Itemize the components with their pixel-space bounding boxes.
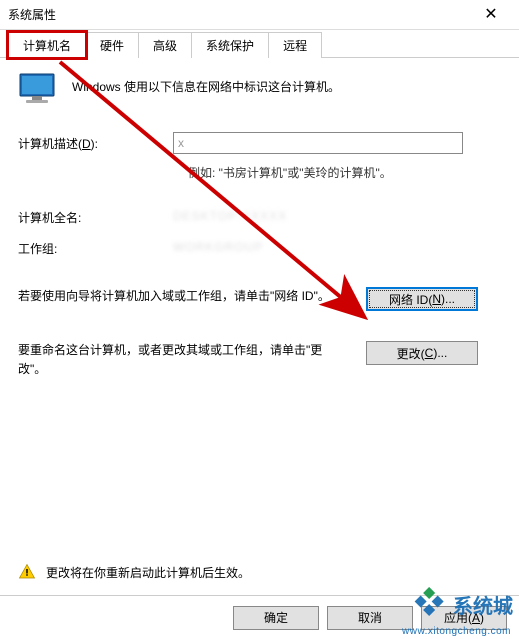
network-id-button[interactable]: 网络 ID(N)... <box>366 287 478 311</box>
tab-system-protection[interactable]: 系统保护 <box>191 32 269 58</box>
tab-advanced[interactable]: 高级 <box>138 32 192 58</box>
watermark-brand: 系统城 <box>453 590 513 619</box>
change-text: 要重命名这台计算机，或者更改其域或工作组，请单击"更改"。 <box>18 341 346 379</box>
description-input[interactable] <box>173 132 463 154</box>
tab-strip: 计算机名 硬件 高级 系统保护 远程 <box>0 30 519 58</box>
tab-computer-name[interactable]: 计算机名 <box>8 32 86 58</box>
warning-text: 更改将在你重新启动此计算机后生效。 <box>46 564 250 581</box>
watermark-icon <box>413 587 447 621</box>
fullname-value: DESKTOP-XXXXX <box>173 209 287 226</box>
restart-warning: 更改将在你重新启动此计算机后生效。 <box>18 563 250 581</box>
ok-button[interactable]: 确定 <box>233 606 319 630</box>
titlebar: 系统属性 ✕ <box>0 0 519 30</box>
change-button[interactable]: 更改(C)... <box>366 341 478 365</box>
description-label: 计算机描述(D): <box>18 135 173 152</box>
workgroup-label: 工作组: <box>18 240 173 257</box>
tab-hardware[interactable]: 硬件 <box>85 32 139 58</box>
network-id-text: 若要使用向导将计算机加入域或工作组，请单击"网络 ID"。 <box>18 287 346 306</box>
warning-icon <box>18 563 36 581</box>
description-example: 例如: "书房计算机"或"美玲的计算机"。 <box>188 164 501 181</box>
tab-panel-computer-name: Windows 使用以下信息在网络中标识这台计算机。 计算机描述(D): 例如:… <box>0 58 519 379</box>
cancel-button[interactable]: 取消 <box>327 606 413 630</box>
watermark: 系统城 <box>413 587 513 621</box>
computer-icon <box>18 72 58 108</box>
watermark-url: www.xitongcheng.com <box>402 626 511 637</box>
fullname-label: 计算机全名: <box>18 209 173 226</box>
close-button[interactable]: ✕ <box>471 0 511 30</box>
intro-text: Windows 使用以下信息在网络中标识这台计算机。 <box>72 72 340 95</box>
tab-remote[interactable]: 远程 <box>268 32 322 58</box>
window-title: 系统属性 <box>8 6 471 23</box>
workgroup-value: WORKGROUP <box>173 240 263 257</box>
